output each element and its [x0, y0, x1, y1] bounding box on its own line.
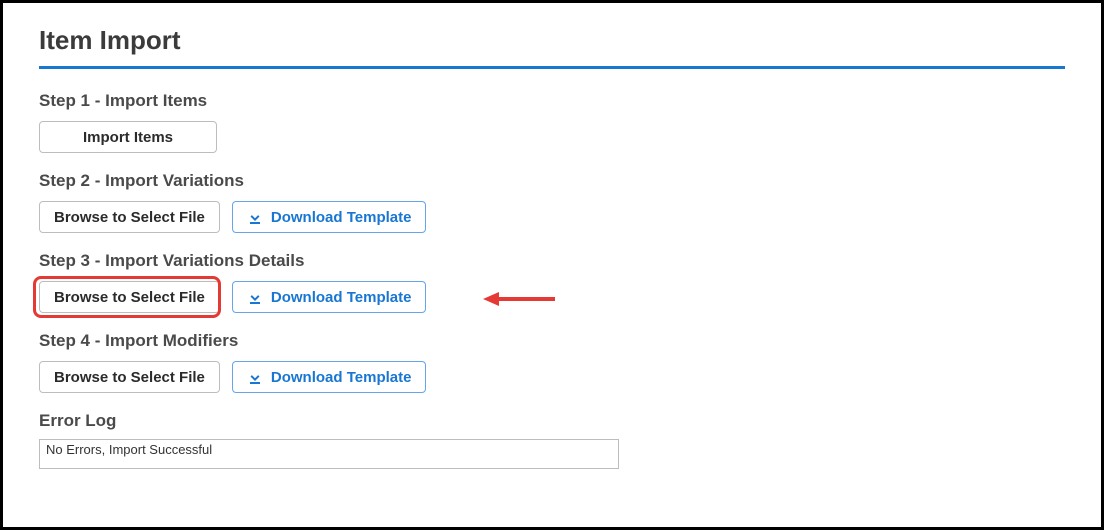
step3-download-template-button[interactable]: Download Template — [232, 281, 427, 313]
step1-heading: Step 1 - Import Items — [39, 91, 1065, 111]
step4-download-template-button[interactable]: Download Template — [232, 361, 427, 393]
download-icon — [247, 369, 263, 385]
step3-browse-button[interactable]: Browse to Select File — [39, 281, 220, 313]
step2-browse-button[interactable]: Browse to Select File — [39, 201, 220, 233]
download-icon — [247, 209, 263, 225]
download-icon — [247, 289, 263, 305]
step2-download-label: Download Template — [271, 209, 412, 226]
step4-download-label: Download Template — [271, 369, 412, 386]
arrow-annotation-icon — [483, 289, 555, 309]
step4-browse-button[interactable]: Browse to Select File — [39, 361, 220, 393]
import-items-button[interactable]: Import Items — [39, 121, 217, 153]
step4-heading: Step 4 - Import Modifiers — [39, 331, 1065, 351]
step2-download-template-button[interactable]: Download Template — [232, 201, 427, 233]
error-log-heading: Error Log — [39, 411, 1065, 431]
title-divider — [39, 66, 1065, 69]
step2-heading: Step 2 - Import Variations — [39, 171, 1065, 191]
step3-download-label: Download Template — [271, 289, 412, 306]
error-log-message: No Errors, Import Successful — [46, 442, 212, 457]
page-title: Item Import — [39, 25, 1065, 56]
error-log-box: No Errors, Import Successful — [39, 439, 619, 469]
step3-heading: Step 3 - Import Variations Details — [39, 251, 1065, 271]
